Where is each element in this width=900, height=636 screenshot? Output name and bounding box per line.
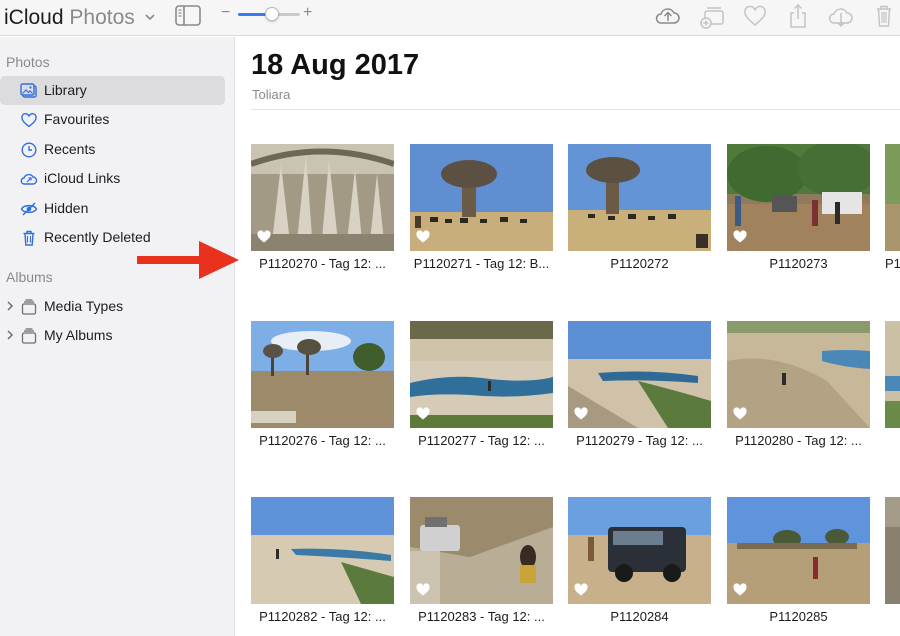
favourite-heart-icon xyxy=(574,407,588,420)
toolbar: iCloud Photos − + xyxy=(0,0,900,36)
zoom-out-button[interactable]: − xyxy=(221,4,230,22)
upload-icon[interactable] xyxy=(654,2,682,30)
photo-caption: P1120270 - Tag 12: ... xyxy=(259,256,386,271)
favourite-heart-icon xyxy=(574,583,588,596)
photo-thumbnail[interactable] xyxy=(251,321,394,428)
cloud-link-icon xyxy=(20,170,38,188)
share-icon[interactable] xyxy=(784,2,812,30)
sidebar-item-label: Recently Deleted xyxy=(44,229,151,245)
zoom-slider[interactable] xyxy=(238,7,300,21)
photo-caption: P1120285 xyxy=(769,609,828,624)
sidebar-toggle-icon[interactable] xyxy=(175,5,201,26)
heart-icon xyxy=(20,111,38,129)
chevron-right-icon[interactable] xyxy=(5,298,15,314)
photo-thumbnail[interactable] xyxy=(885,497,900,604)
favourite-heart-icon xyxy=(416,583,430,596)
photo-caption: P1120277 - Tag 12: ... xyxy=(418,433,545,448)
photo-thumbnail[interactable] xyxy=(410,144,553,251)
favourite-heart-icon xyxy=(733,230,747,243)
sidebar-item-favourites[interactable]: Favourites xyxy=(0,105,225,134)
clock-icon xyxy=(20,141,38,159)
photo-thumbnail[interactable] xyxy=(885,144,900,251)
favourite-heart-icon xyxy=(257,230,271,243)
sidebar-item-label: Hidden xyxy=(44,200,89,216)
favourite-heart-icon xyxy=(733,583,747,596)
zoom-slider-thumb[interactable] xyxy=(265,7,279,21)
photo-thumbnail[interactable] xyxy=(251,497,394,604)
favourite-heart-icon[interactable] xyxy=(741,2,769,30)
add-to-album-icon[interactable] xyxy=(698,2,726,30)
sidebar-item-label: My Albums xyxy=(44,327,113,343)
trash-icon xyxy=(20,229,38,247)
photos-section-header: Photos xyxy=(6,54,50,70)
sidebar-item-icloud-links[interactable]: iCloud Links xyxy=(0,164,225,193)
photo-thumbnail[interactable] xyxy=(727,144,870,251)
library-icon xyxy=(20,82,38,100)
photo-caption: P1120271 - Tag 12: B... xyxy=(413,256,550,271)
photo-caption: P1120280 - Tag 12: ... xyxy=(735,433,862,448)
zoom-in-button[interactable]: + xyxy=(303,4,312,22)
photo-caption: P1120273 xyxy=(769,256,828,271)
trash-icon[interactable] xyxy=(870,2,898,30)
photo-library-main: 18 Aug 2017 Toliara P1120270 - Tag 12: .… xyxy=(236,37,900,636)
sidebar-item-label: Media Types xyxy=(44,298,124,314)
favourite-heart-icon xyxy=(733,407,747,420)
photo-thumbnail[interactable] xyxy=(885,321,900,428)
album-stack-icon xyxy=(20,298,38,316)
app-title: iCloud xyxy=(4,6,64,29)
sidebar-item-my-albums[interactable]: My Albums xyxy=(0,321,225,350)
photo-caption: P1120282 - Tag 12: ... xyxy=(259,609,386,624)
annotation-arrow xyxy=(137,239,239,281)
sidebar-item-label: Library xyxy=(44,82,87,98)
sidebar: Photos Library Favourites Recents iCloud… xyxy=(0,37,235,636)
moment-location: Toliara xyxy=(252,87,291,102)
eye-slash-icon xyxy=(20,200,38,218)
photo-thumbnail[interactable] xyxy=(410,321,553,428)
sidebar-item-hidden[interactable]: Hidden xyxy=(0,194,225,223)
download-icon[interactable] xyxy=(827,2,855,30)
photo-caption: P1120284 xyxy=(610,609,669,624)
moment-date-title: 18 Aug 2017 xyxy=(251,49,420,81)
divider xyxy=(251,109,900,110)
favourite-heart-icon xyxy=(416,407,430,420)
sidebar-item-label: Favourites xyxy=(44,111,110,127)
chevron-down-icon xyxy=(145,3,155,27)
photo-caption: P1 xyxy=(885,256,900,271)
sidebar-item-library[interactable]: Library xyxy=(0,76,225,105)
albums-section-header: Albums xyxy=(6,269,53,285)
sidebar-item-media-types[interactable]: Media Types xyxy=(0,292,225,321)
sidebar-item-label: iCloud Links xyxy=(44,170,121,186)
photo-caption: P1120276 - Tag 12: ... xyxy=(259,433,386,448)
photo-thumbnail[interactable] xyxy=(568,144,711,251)
chevron-right-icon[interactable] xyxy=(5,327,15,343)
app-title-menu[interactable]: iCloud Photos xyxy=(4,3,155,30)
photo-thumbnail[interactable] xyxy=(568,497,711,604)
photo-thumbnail[interactable] xyxy=(410,497,553,604)
photo-caption: P1120283 - Tag 12: ... xyxy=(418,609,545,624)
favourite-heart-icon xyxy=(416,230,430,243)
photo-thumbnail[interactable] xyxy=(251,144,394,251)
sidebar-item-label: Recents xyxy=(44,141,96,157)
sidebar-item-recents[interactable]: Recents xyxy=(0,135,225,164)
album-stack-icon xyxy=(20,327,38,345)
photo-caption: P1120272 xyxy=(610,256,669,271)
app-subtitle: Photos xyxy=(69,6,135,29)
photo-thumbnail[interactable] xyxy=(568,321,711,428)
photo-thumbnail[interactable] xyxy=(727,321,870,428)
photo-caption: P1120279 - Tag 12: ... xyxy=(576,433,703,448)
photo-thumbnail[interactable] xyxy=(727,497,870,604)
